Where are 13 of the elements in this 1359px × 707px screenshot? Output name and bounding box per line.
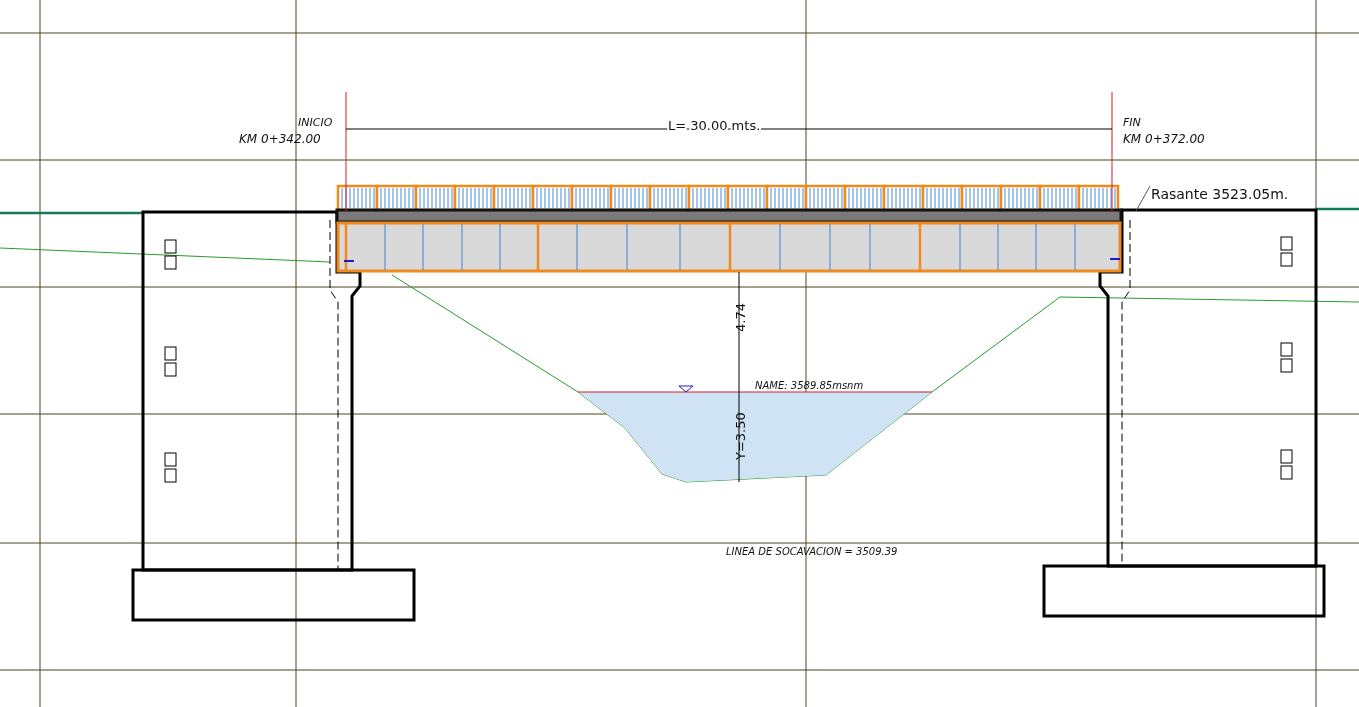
- grade-level-label: Rasante 3523.05m.: [1151, 186, 1289, 202]
- water-level-icon: [678, 385, 694, 393]
- water-level-label: NAME: 3589.85msnm: [755, 380, 864, 391]
- leader-line: [1135, 185, 1151, 212]
- start-label: INICIO: [298, 116, 333, 129]
- span-length: L= 30.00 mts.: [668, 118, 761, 133]
- grade-line: [1316, 207, 1359, 211]
- end-label: FIN: [1123, 116, 1141, 129]
- end-station: KM 0+372.00: [1123, 132, 1205, 146]
- water-depth-label: Y=3.50: [733, 412, 748, 460]
- scour-line-label: LINEA DE SOCAVACION = 3509.39: [726, 546, 898, 557]
- clearance-label: 4.74: [733, 303, 748, 332]
- start-station: KM 0+342.00: [239, 132, 321, 146]
